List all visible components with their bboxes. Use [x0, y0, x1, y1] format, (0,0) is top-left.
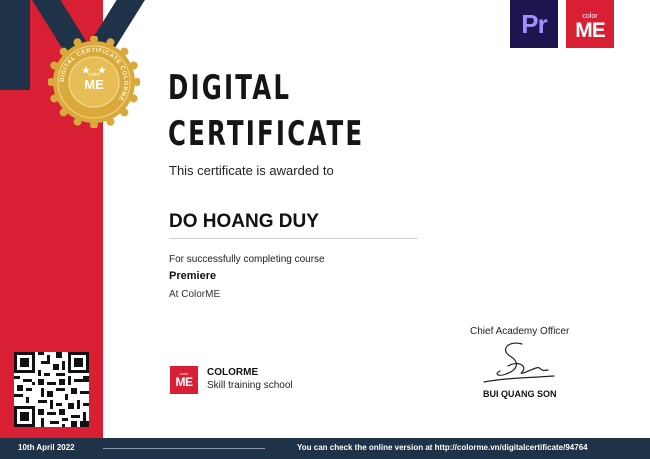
seal-center-big: ME	[84, 77, 104, 92]
recipient-name: DO HOANG DUY	[169, 211, 319, 232]
course-name: Premiere	[169, 270, 217, 282]
navy-corner	[0, 0, 30, 90]
verification-note: You can check the online version at http…	[297, 443, 588, 452]
certificate-page: DIGITAL CERTIFICATE COLORME color ME Pr …	[0, 0, 650, 459]
signature-icon	[483, 342, 555, 383]
footer-bar: 10th April 2022 You can check the online…	[0, 438, 650, 459]
provider-text: At ColorME	[169, 289, 221, 300]
signer-name: BUI QUANG SON	[483, 389, 557, 399]
school-tagline: Skill training school	[207, 380, 293, 391]
colorme-school-logo: color ME	[170, 366, 198, 394]
footer-divider	[103, 448, 265, 449]
school-logo-big: ME	[175, 375, 194, 389]
school-name: COLORME	[207, 367, 259, 378]
awarded-text: This certificate is awarded to	[169, 163, 334, 178]
completion-text: For successfully completing course	[169, 254, 325, 265]
gold-seal-icon: DIGITAL CERTIFICATE COLORME color ME	[48, 36, 140, 128]
premiere-logo: Pr	[510, 0, 558, 48]
certificate-title-line2: CERTIFICATE	[168, 114, 365, 154]
certificate-title-line1: DIGITAL	[168, 68, 292, 108]
name-underline	[169, 238, 418, 239]
colorme-logo-big: ME	[575, 18, 605, 42]
issue-date: 10th April 2022	[18, 443, 75, 452]
colorme-logo: color ME	[566, 0, 614, 48]
qr-code-icon	[14, 352, 89, 427]
